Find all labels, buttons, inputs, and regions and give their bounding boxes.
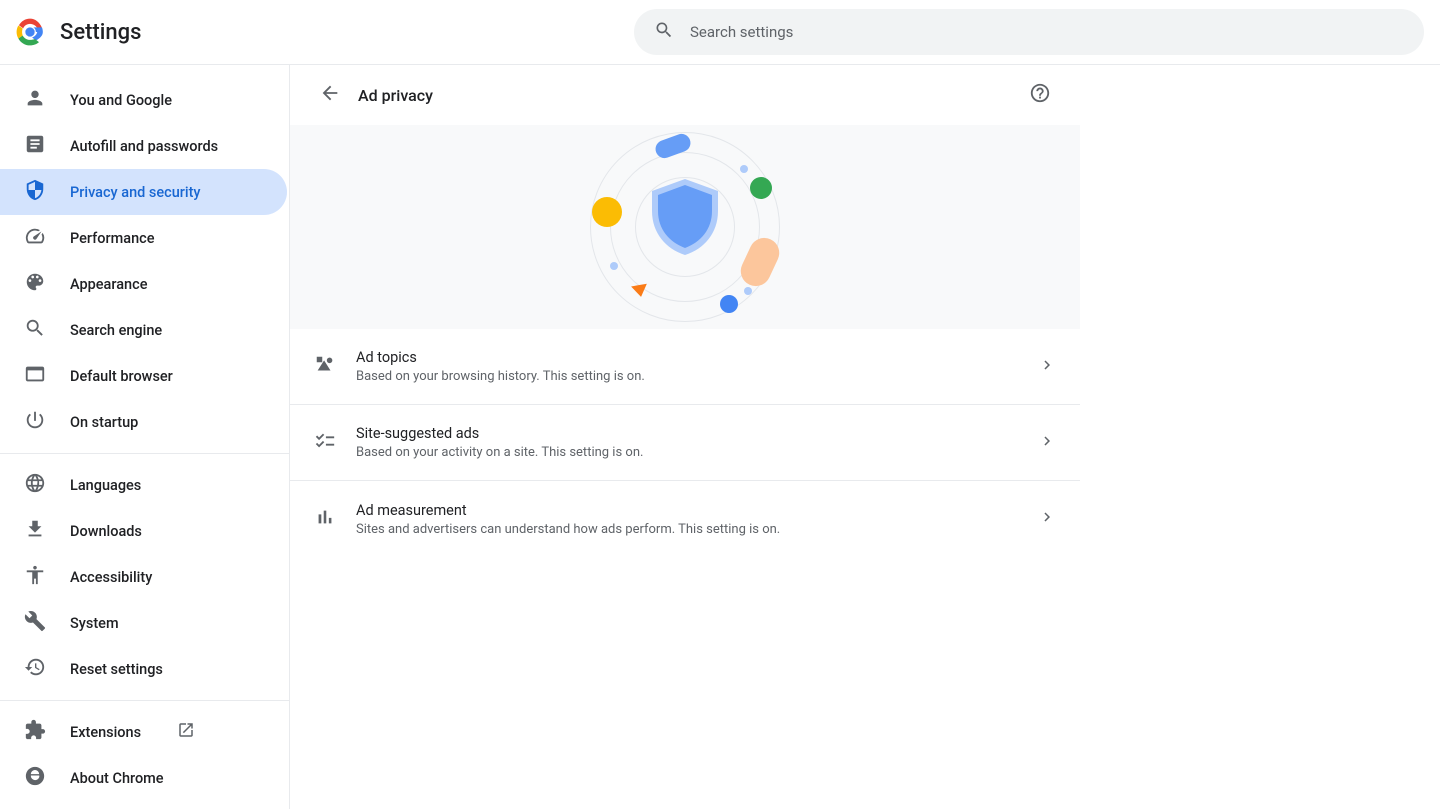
sidebar-item-on-startup[interactable]: On startup [0,399,287,445]
sidebar-item-label: Default browser [70,368,173,385]
back-button[interactable] [310,75,350,115]
speedometer-icon [24,225,46,251]
sidebar-item-reset[interactable]: Reset settings [0,646,287,692]
restore-icon [24,656,46,682]
sidebar-item-label: Languages [70,477,141,494]
search-input[interactable] [690,23,1404,41]
setting-title: Site-suggested ads [356,425,1038,442]
sidebar-item-about[interactable]: About Chrome [0,755,287,801]
shield-illustration-icon [652,179,718,255]
shapes-icon [314,354,356,380]
setting-title: Ad measurement [356,502,1038,519]
chrome-logo-icon [16,18,44,46]
power-icon [24,409,46,435]
sidebar-item-label: Performance [70,230,155,247]
sidebar-item-label: Reset settings [70,661,163,678]
sidebar-item-extensions[interactable]: Extensions [0,709,287,755]
open-in-new-icon [165,721,195,743]
app-title: Settings [60,20,141,45]
sidebar-item-label: About Chrome [70,770,164,787]
sidebar-item-accessibility[interactable]: Accessibility [0,554,287,600]
wrench-icon [24,610,46,636]
sidebar-item-performance[interactable]: Performance [0,215,287,261]
globe-icon [24,472,46,498]
autofill-icon [24,133,46,159]
setting-title: Ad topics [356,349,1038,366]
sidebar-item-label: Search engine [70,322,162,339]
sidebar-item-system[interactable]: System [0,600,287,646]
sidebar-item-label: Autofill and passwords [70,138,218,155]
sidebar-item-appearance[interactable]: Appearance [0,261,287,307]
sidebar-item-label: System [70,615,119,632]
sidebar-item-languages[interactable]: Languages [0,462,287,508]
setting-row-ad-measurement[interactable]: Ad measurement Sites and advertisers can… [290,481,1080,557]
help-icon [1029,82,1051,108]
palette-icon [24,271,46,297]
sidebar-item-default-browser[interactable]: Default browser [0,353,287,399]
setting-desc: Sites and advertisers can understand how… [356,522,1038,537]
setting-text: Ad topics Based on your browsing history… [356,349,1038,384]
shield-icon [24,179,46,205]
hero-illustration [290,125,1080,329]
bar-chart-icon [314,506,356,532]
sidebar-item-autofill[interactable]: Autofill and passwords [0,123,287,169]
page-title: Ad privacy [358,86,1020,105]
download-icon [24,518,46,544]
content-area: Ad privacy [290,65,1080,557]
setting-text: Ad measurement Sites and advertisers can… [356,502,1038,537]
person-icon [24,87,46,113]
sidebar-divider [0,453,289,454]
sidebar-item-label: Accessibility [70,569,152,586]
sidebar-item-label: On startup [70,414,138,431]
setting-text: Site-suggested ads Based on your activit… [356,425,1038,460]
search-container[interactable] [634,9,1424,55]
main-header: Ad privacy [290,65,1080,125]
sidebar-item-downloads[interactable]: Downloads [0,508,287,554]
arrow-back-icon [319,82,341,108]
main: Ad privacy [289,65,1440,809]
search-icon [24,317,46,343]
accessibility-icon [24,564,46,590]
chevron-right-icon [1038,432,1056,454]
sidebar-divider [0,700,289,701]
sidebar-item-label: You and Google [70,92,172,109]
setting-row-ad-topics[interactable]: Ad topics Based on your browsing history… [290,329,1080,405]
browser-icon [24,363,46,389]
setting-desc: Based on your browsing history. This set… [356,369,1038,384]
chrome-icon [24,765,46,791]
layout: You and Google Autofill and passwords Pr… [0,64,1440,809]
sidebar-item-you-and-google[interactable]: You and Google [0,77,287,123]
chevron-right-icon [1038,356,1056,378]
sidebar-item-label: Downloads [70,523,142,540]
sidebar-item-label: Privacy and security [70,184,201,201]
sidebar-item-search-engine[interactable]: Search engine [0,307,287,353]
setting-row-site-suggested-ads[interactable]: Site-suggested ads Based on your activit… [290,405,1080,481]
sidebar-item-privacy[interactable]: Privacy and security [0,169,287,215]
help-button[interactable] [1020,75,1060,115]
setting-desc: Based on your activity on a site. This s… [356,445,1038,460]
sidebar: You and Google Autofill and passwords Pr… [0,65,289,809]
extension-icon [24,719,46,745]
sidebar-item-label: Appearance [70,276,147,293]
sidebar-item-label: Extensions [70,724,141,741]
checklist-icon [314,430,356,456]
top-bar: Settings [0,0,1440,64]
chevron-right-icon [1038,508,1056,530]
search-icon [654,20,690,44]
